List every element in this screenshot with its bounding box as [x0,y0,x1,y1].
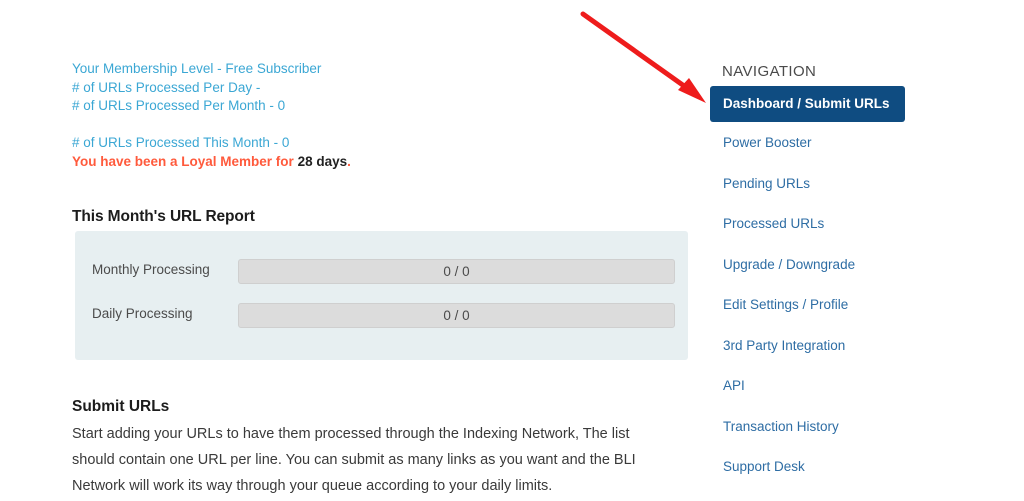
sidebar-item-label: Power Booster [723,135,812,150]
monthly-processing-value: 0 / 0 [443,264,470,279]
urls-per-day-line: # of URLs Processed Per Day - [72,79,261,95]
loyal-member-days: 28 days [297,154,348,170]
sidebar-item-transaction-history[interactable]: Transaction History [710,410,940,451]
sidebar-item-pending-urls[interactable]: Pending URLs [710,167,940,208]
daily-processing-value: 0 / 0 [443,308,470,323]
sidebar-item-label: Upgrade / Downgrade [723,256,856,272]
account-spacer [72,116,700,134]
submit-urls-description: Start adding your URLs to have them proc… [72,426,636,494]
report-label-daily: Daily Processing [92,306,193,321]
membership-level-line: Your Membership Level - Free Subscriber [72,61,322,76]
sidebar-item-dashboard[interactable]: Dashboard / Submit URLs [710,86,905,122]
monthly-processing-progressbar: 0 / 0 [238,259,675,284]
account-summary: Your Membership Level - Free Subscriber … [72,60,700,172]
sidebar-item-label: Pending URLs [723,175,811,191]
report-row-monthly: Monthly Processing 0 / 0 [75,259,688,284]
urls-per-month-line: # of URLs Processed Per Month - 0 [72,98,286,114]
url-report-panel: Monthly Processing 0 / 0 Daily Processin… [75,231,688,360]
sidebar-item-power-booster[interactable]: Power Booster [710,126,940,167]
submit-urls-heading: Submit URLs [72,398,170,415]
sidebar-item-support-desk[interactable]: Support Desk [710,450,940,491]
urls-this-month-line: # of URLs Processed This Month - 0 [72,134,290,150]
url-report-heading: This Month's URL Report [72,208,255,225]
sidebar-item-processed-urls[interactable]: Processed URLs [710,207,940,248]
daily-processing-progressbar: 0 / 0 [238,303,675,328]
report-row-daily: Daily Processing 0 / 0 [75,303,688,328]
sidebar-item-label: Processed URLs [723,216,825,231]
navigation-list: Dashboard / Submit URLs Power Booster Pe… [710,86,940,491]
sidebar-item-upgrade-downgrade[interactable]: Upgrade / Downgrade [710,248,940,289]
sidebar-item-3rd-party-integration[interactable]: 3rd Party Integration [710,329,940,370]
report-label-monthly: Monthly Processing [92,262,210,277]
sidebar-item-label: 3rd Party Integration [723,337,846,353]
sidebar-item-label: Support Desk [723,459,805,474]
loyal-member-prefix: You have been a Loyal Member for [72,154,298,170]
sidebar-item-label: API [723,378,745,393]
sidebar-item-label: Edit Settings / Profile [723,297,849,312]
loyal-member-line: You have been a Loyal Member for 28 days… [72,153,700,172]
sidebar-item-label: Transaction History [723,418,839,434]
navigation-title: NAVIGATION [722,63,817,80]
sidebar-item-edit-settings-profile[interactable]: Edit Settings / Profile [710,288,940,329]
page-root: Your Membership Level - Free Subscriber … [0,0,1024,501]
sidebar-item-label: Dashboard / Submit URLs [723,96,890,111]
loyal-member-suffix: . [347,154,351,170]
sidebar-item-api[interactable]: API [710,369,940,410]
